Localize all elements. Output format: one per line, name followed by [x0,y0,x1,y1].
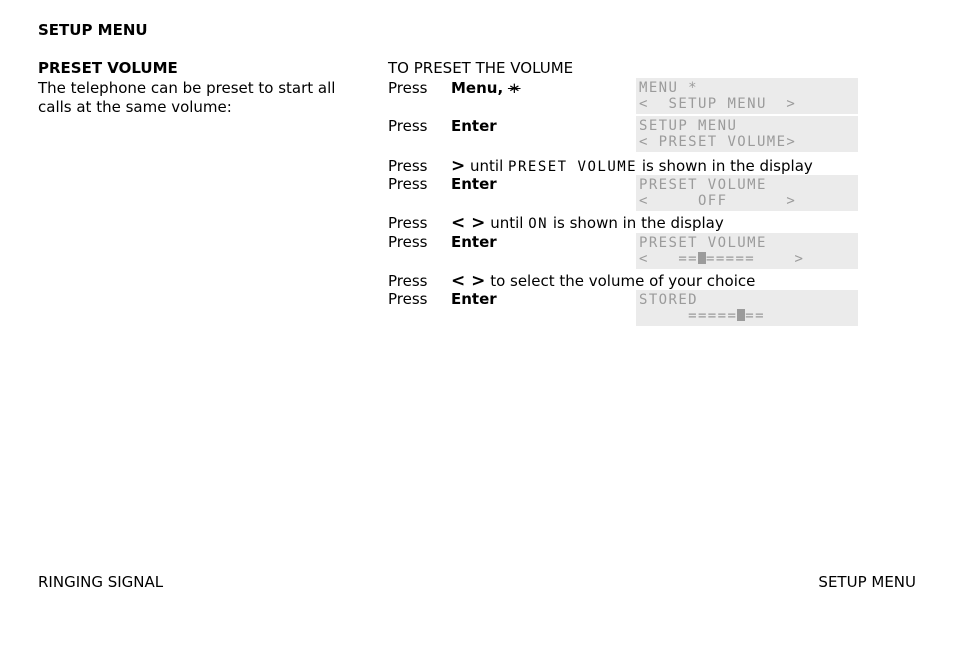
procedure-title: TO PRESET THE VOLUME [388,59,574,77]
press-label: Press [388,214,428,232]
description: The telephone can be preset to start all… [38,79,336,116]
press-label: Press [388,117,428,135]
step-text: until [485,214,529,232]
lcd-display-stored: STORED ===== == [636,290,858,326]
lcd-display-setup-menu: SETUP MENU < PRESET VOLUME> [636,116,858,152]
lcd-display-menu: MENU * < SETUP MENU > [636,78,858,114]
lcd-line-1: STORED [639,292,698,308]
lcd-line-2: < PRESET VOLUME> [639,134,797,150]
press-label: Press [388,233,428,251]
star-key-icon: ∗ [507,79,521,97]
lcd-volume-bar: ===== == [639,308,858,324]
volume-cursor [697,252,706,264]
lcd-line-1: PRESET VOLUME [639,177,767,193]
step-text: is shown in the display [637,157,813,175]
step-text: to select the volume of your choice [485,272,756,290]
left-right-arrow-keys-icon: < > [451,213,486,233]
volume-bar-right: == [745,308,765,324]
press-label: Press [388,175,428,193]
section-title: SETUP MENU [38,21,148,39]
right-arrow-key-icon: > [451,156,466,176]
lcd-line-2: < SETUP MENU > [639,96,797,112]
enter-key: Enter [451,290,497,308]
footer-right: SETUP MENU [818,573,916,591]
subsection-title: PRESET VOLUME [38,59,178,77]
enter-key: Enter [451,233,497,251]
step-4: Press Enter [388,175,497,193]
step-text: is shown in the display [548,214,724,232]
lcd-line-1: SETUP MENU [639,118,738,134]
lcd-line-1: PRESET VOLUME [639,235,767,251]
footer-left: RINGING SIGNAL [38,573,164,591]
volume-bar-left: ===== [639,308,738,324]
step-8: Press Enter [388,290,497,308]
step-7: Press < > to select the volume of your ch… [388,271,755,291]
display-text: ON [528,216,549,232]
press-label: Press [388,157,428,175]
press-label: Press [388,290,428,308]
enter-key: Enter [451,117,497,135]
menu-key: Menu, [451,79,504,97]
lcd-line-1: MENU * [639,80,698,96]
display-text: PRESET VOLUME [508,159,638,175]
step-3: Press > until PRESET VOLUME is shown in t… [388,156,813,176]
step-text: until [465,157,509,175]
volume-bar-left: < == [639,251,698,267]
lcd-line-2: < OFF > [639,193,797,209]
lcd-volume-bar: < == ===== > [639,251,858,267]
press-label: Press [388,79,428,97]
step-2: Press Enter [388,117,497,135]
step-1: Press Menu, ∗ [388,79,521,97]
step-6: Press Enter [388,233,497,251]
volume-bar-right: ===== > [705,251,805,267]
step-5: Press < > until ON is shown in the displa… [388,213,724,233]
press-label: Press [388,272,428,290]
lcd-display-preset-level: PRESET VOLUME < == ===== > [636,233,858,269]
enter-key: Enter [451,175,497,193]
lcd-display-preset-off: PRESET VOLUME < OFF > [636,175,858,211]
left-right-arrow-keys-icon: < > [451,271,486,291]
